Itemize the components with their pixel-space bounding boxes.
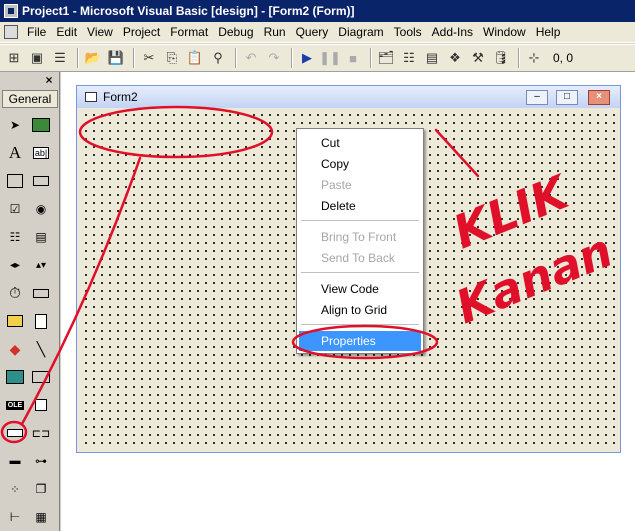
toolbar-separator: [77, 48, 79, 68]
menu-item-align-to-grid[interactable]: Align to Grid: [299, 300, 421, 320]
vscrollbar-tool[interactable]: ▴▾: [30, 254, 52, 276]
toolbox-panel: × General ➤ A ab| ☑ ◉ ☷ ▤ ◂▸ ▴▾ ⏱ ◆ ╲ OL…: [0, 72, 60, 531]
custom-control-tool-highlighted[interactable]: [4, 422, 26, 444]
menu-separator: [301, 324, 419, 326]
toolbar-separator: [133, 48, 135, 68]
form2-caption: Form2: [103, 90, 138, 104]
close-button[interactable]: ×: [588, 90, 610, 105]
open-folder-icon[interactable]: 📂: [83, 48, 103, 68]
combobox-tool[interactable]: ☷: [4, 226, 26, 248]
menu-help[interactable]: Help: [533, 22, 564, 43]
image-tool[interactable]: [4, 366, 26, 388]
vb6-ide-window: Project1 - Microsoft Visual Basic [desig…: [0, 0, 635, 531]
vb-app-icon: [4, 4, 18, 18]
menu-edit[interactable]: Edit: [53, 22, 80, 43]
timer-tool[interactable]: ⏱: [4, 282, 26, 304]
custom-control-tool[interactable]: ⊏⊐: [30, 422, 52, 444]
picturebox-tool[interactable]: [30, 114, 52, 136]
project-explorer-icon[interactable]: 🗂: [376, 48, 396, 68]
hscrollbar-tool[interactable]: ◂▸: [4, 254, 26, 276]
menu-debug[interactable]: Debug: [215, 22, 256, 43]
custom-control-tool[interactable]: ⊢: [4, 506, 26, 528]
menu-run[interactable]: Run: [261, 22, 289, 43]
menu-bar: File Edit View Project Format Debug Run …: [0, 22, 635, 43]
stop-icon[interactable]: ■: [343, 48, 363, 68]
drivelistbox-tool[interactable]: [30, 282, 52, 304]
save-icon[interactable]: 💾: [106, 48, 126, 68]
undo-icon[interactable]: ↶: [241, 48, 261, 68]
toolbox-tab-general[interactable]: General: [2, 90, 58, 108]
dirlistbox-tool[interactable]: [4, 310, 26, 332]
treeview-tool[interactable]: ⊶: [30, 450, 52, 472]
menu-item-view-code[interactable]: View Code: [299, 279, 421, 299]
standard-toolbar: ⊞ ▣ ☰ 📂 💾 ✂ ⎘ 📋 ⚲ ↶ ↷ ▶ ❚❚ ■ 🗂 ☷ ▤ ❖ ⚒ 🛢…: [0, 44, 635, 72]
ole-tool[interactable]: OLE: [4, 394, 26, 416]
cut-icon[interactable]: ✂: [139, 48, 159, 68]
minimize-button[interactable]: –: [526, 90, 548, 105]
commandbutton-tool[interactable]: [30, 170, 52, 192]
menu-item-delete[interactable]: Delete: [299, 196, 421, 216]
paste-icon[interactable]: 📋: [185, 48, 205, 68]
redo-icon[interactable]: ↷: [264, 48, 284, 68]
data-tool[interactable]: [30, 366, 52, 388]
close-icon[interactable]: ×: [42, 73, 56, 87]
restore-button[interactable]: □: [556, 90, 578, 105]
custom-control-tool[interactable]: ▬: [4, 450, 26, 472]
menu-file[interactable]: File: [24, 22, 49, 43]
form-icon: [85, 92, 97, 102]
custom-control-tool[interactable]: ⁘: [4, 478, 26, 500]
menu-item-cut[interactable]: Cut: [299, 133, 421, 153]
menu-project[interactable]: Project: [120, 22, 163, 43]
context-menu: Cut Copy Paste Delete Bring To Front Sen…: [296, 128, 424, 354]
pointer-tool[interactable]: ➤: [4, 114, 26, 136]
object-browser-icon[interactable]: ❖: [445, 48, 465, 68]
window-title: Project1 - Microsoft Visual Basic [desig…: [22, 4, 355, 18]
menu-editor-icon[interactable]: ☰: [50, 48, 70, 68]
copy-icon[interactable]: ⎘: [162, 48, 182, 68]
form-layout-icon[interactable]: ▤: [422, 48, 442, 68]
menu-item-send-to-back[interactable]: Send To Back: [299, 248, 421, 268]
position-icon: ⊹: [528, 50, 540, 65]
menu-separator: [301, 220, 419, 222]
optionbutton-tool[interactable]: ◉: [30, 198, 52, 220]
menu-format[interactable]: Format: [167, 22, 211, 43]
label-tool[interactable]: A: [4, 142, 26, 164]
shape-tool[interactable]: ◆: [4, 338, 26, 360]
position-readout: 0, 0: [553, 51, 574, 65]
start-icon[interactable]: ▶: [297, 48, 317, 68]
find-icon[interactable]: ⚲: [208, 48, 228, 68]
menu-view[interactable]: View: [84, 22, 116, 43]
menu-item-bring-to-front[interactable]: Bring To Front: [299, 227, 421, 247]
toolbar-separator: [291, 48, 293, 68]
form-system-icon[interactable]: [4, 25, 18, 39]
title-bar: Project1 - Microsoft Visual Basic [desig…: [0, 0, 635, 22]
listbox-tool[interactable]: ▤: [30, 226, 52, 248]
frame-tool[interactable]: [4, 170, 26, 192]
checkbox-tool[interactable]: ☑: [4, 198, 26, 220]
menu-item-properties[interactable]: Properties: [299, 331, 421, 351]
toolbar-separator: [370, 48, 372, 68]
break-icon[interactable]: ❚❚: [319, 48, 341, 68]
menu-tools[interactable]: Tools: [391, 22, 425, 43]
menu-add-ins[interactable]: Add-Ins: [429, 22, 476, 43]
properties-window-icon[interactable]: ☷: [399, 48, 419, 68]
filelistbox-tool[interactable]: [30, 310, 52, 332]
menu-separator: [301, 272, 419, 274]
menu-diagram[interactable]: Diagram: [335, 22, 386, 43]
textbox-tool[interactable]: ab|: [30, 142, 52, 164]
toolbar-separator: [235, 48, 237, 68]
menu-item-copy[interactable]: Copy: [299, 154, 421, 174]
custom-control-tool[interactable]: [30, 394, 52, 416]
custom-control-tool[interactable]: ❐: [30, 478, 52, 500]
menu-query[interactable]: Query: [293, 22, 332, 43]
add-project-icon[interactable]: ⊞: [4, 48, 24, 68]
toolbox-icon[interactable]: ⚒: [468, 48, 488, 68]
custom-control-tool[interactable]: ▦: [30, 506, 52, 528]
menu-item-paste[interactable]: Paste: [299, 175, 421, 195]
data-view-icon[interactable]: 🛢: [491, 48, 511, 68]
line-tool[interactable]: ╲: [30, 338, 52, 360]
add-form-icon[interactable]: ▣: [27, 48, 47, 68]
toolbar-separator: [518, 48, 520, 68]
menu-window[interactable]: Window: [480, 22, 529, 43]
